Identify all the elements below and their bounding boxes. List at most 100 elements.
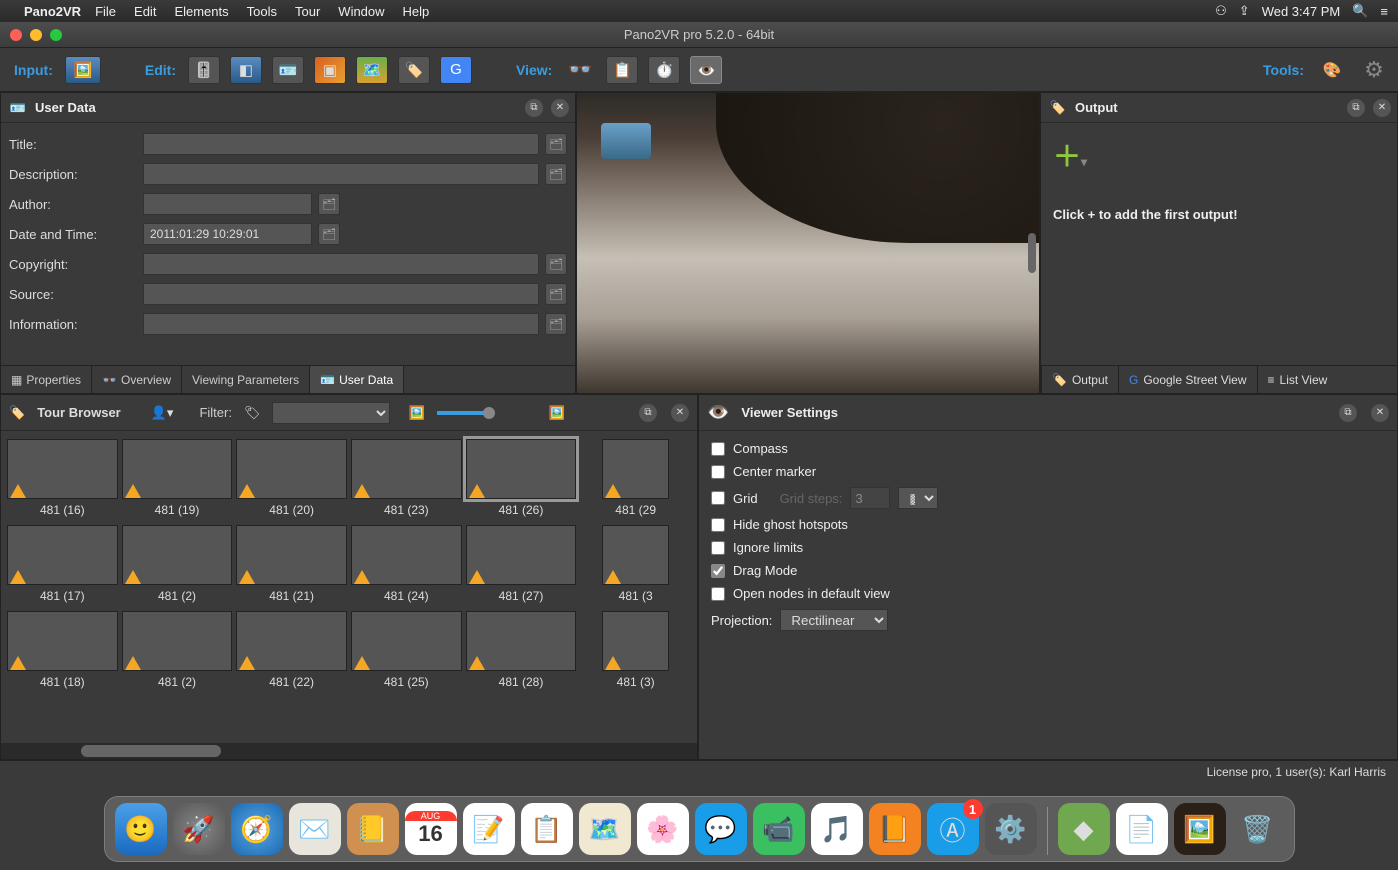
tour-thumbnail[interactable]: 481 (27) [466,525,577,609]
tour-thumbnail[interactable]: 481 (21) [236,525,347,609]
tab-overview[interactable]: 👓Overview [92,366,182,393]
tour-thumbnail[interactable]: 481 (3) [580,611,691,695]
person-icon[interactable]: 👤▾ [151,405,174,421]
tb-popout-button[interactable]: ⧉ [639,404,657,422]
tour-thumbnail[interactable]: 481 (16) [7,439,118,523]
dock-launchpad[interactable]: 🚀 [173,803,225,855]
drag-mode-checkbox[interactable] [711,564,725,578]
datetime-input[interactable] [143,223,312,245]
edit-userdata-button[interactable]: 🪪 [272,56,304,84]
tour-thumbnail[interactable]: 481 (2) [122,611,233,695]
menubar-clock[interactable]: Wed 3:47 PM [1262,4,1341,19]
dock-contacts[interactable]: 📒 [347,803,399,855]
tb-close-button[interactable]: ✕ [671,404,689,422]
center-marker-checkbox[interactable] [711,465,725,479]
menu-help[interactable]: Help [403,4,430,19]
input-panorama-button[interactable]: 🖼️ [65,56,101,84]
dock-notes[interactable]: 📝 [463,803,515,855]
dock-textedit[interactable]: 📄 [1116,803,1168,855]
thumbnail-size-slider[interactable] [437,402,537,424]
edit-levels-button[interactable]: 🎚️ [188,56,220,84]
dock-pano2vr-helper[interactable]: ◆ [1058,803,1110,855]
tour-thumbnail[interactable]: 481 (22) [236,611,347,695]
view-eye-button[interactable]: 👁️ [690,56,722,84]
menu-edit[interactable]: Edit [134,4,156,19]
tab-viewing-parameters[interactable]: Viewing Parameters [182,366,310,393]
tour-thumbnail[interactable]: 481 (3 [580,525,691,609]
dock-finder[interactable]: 🙂 [115,803,167,855]
title-input[interactable] [143,133,539,155]
description-link-button[interactable]: 🗂 [545,163,567,185]
tour-thumbnail[interactable]: 481 (18) [7,611,118,695]
view-timer-button[interactable]: ⏱️ [648,56,680,84]
tour-thumbnail[interactable]: 481 (2) [122,525,233,609]
tab-output[interactable]: 🏷️Output [1041,366,1118,393]
dock-itunes[interactable]: 🎵 [811,803,863,855]
grid-checkbox[interactable] [711,491,725,505]
output-close-button[interactable]: ✕ [1373,99,1391,117]
filter-select[interactable] [272,402,390,424]
view-mode-icon[interactable]: 🖼️ [408,405,424,421]
dock-ibooks[interactable]: 📙 [869,803,921,855]
grid-pattern-select[interactable]: ▩ [898,487,938,509]
edit-tour-button[interactable]: 🏷️ [398,56,430,84]
tour-thumbnail[interactable]: 481 (23) [351,439,462,523]
tour-thumbnail[interactable]: 481 (20) [236,439,347,523]
tour-thumbnail[interactable]: 481 (28) [466,611,577,695]
tour-browser-scrollbar[interactable] [1,743,697,759]
tour-thumbnail[interactable]: 481 (24) [351,525,462,609]
grid-steps-input[interactable] [850,487,890,509]
dock-messages[interactable]: 💬 [695,803,747,855]
dock-maps[interactable]: 🗺️ [579,803,631,855]
hide-ghost-checkbox[interactable] [711,518,725,532]
app-name[interactable]: Pano2VR [24,4,81,19]
tab-google-street-view[interactable]: GGoogle Street View [1118,366,1257,393]
source-link-button[interactable]: 🗂 [545,283,567,305]
compass-checkbox[interactable] [711,442,725,456]
author-link-button[interactable]: 🗂 [318,193,340,215]
source-input[interactable] [143,283,539,305]
dock-mail[interactable]: ✉️ [289,803,341,855]
panel-popout-button[interactable]: ⧉ [525,99,543,117]
preview-scrollbar[interactable] [1027,103,1037,383]
dock-trash[interactable]: 🗑️ [1232,803,1284,855]
view-mode-large-icon[interactable]: 🖼️ [549,405,565,421]
spotlight-icon[interactable]: 🔍 [1352,3,1368,19]
dock-settings[interactable]: ⚙️ [985,803,1037,855]
dock-safari[interactable]: 🧭 [231,803,283,855]
tour-thumbnail[interactable]: 481 (26) [466,439,577,523]
title-link-button[interactable]: 🗂 [545,133,567,155]
output-popout-button[interactable]: ⧉ [1347,99,1365,117]
menu-window[interactable]: Window [338,4,384,19]
projection-select[interactable]: Rectilinear [780,609,888,631]
vs-close-button[interactable]: ✕ [1371,404,1389,422]
dock-facetime[interactable]: 📹 [753,803,805,855]
ignore-limits-checkbox[interactable] [711,541,725,555]
menu-tour[interactable]: Tour [295,4,320,19]
tab-list-view[interactable]: ≡List View [1257,366,1338,393]
vs-popout-button[interactable]: ⧉ [1339,404,1357,422]
open-nodes-checkbox[interactable] [711,587,725,601]
tab-properties[interactable]: ▦Properties [1,366,92,393]
filter-tag-icon[interactable]: 🏷 [244,405,261,421]
datetime-link-button[interactable]: 🗂 [318,223,340,245]
menu-tools[interactable]: Tools [247,4,277,19]
edit-patch-button[interactable]: ◧ [230,56,262,84]
edit-google-button[interactable]: G [440,56,472,84]
copyright-input[interactable] [143,253,539,275]
add-output-button[interactable]: ＋▾ [1053,135,1385,175]
tour-thumbnail[interactable]: 481 (19) [122,439,233,523]
view-clipboard-button[interactable]: 📋 [606,56,638,84]
tour-thumbnail[interactable]: 481 (29 [580,439,691,523]
dock-reminders[interactable]: 📋 [521,803,573,855]
tour-thumbnail[interactable]: 481 (17) [7,525,118,609]
panel-close-button[interactable]: ✕ [551,99,569,117]
author-input[interactable] [143,193,312,215]
tools-gear-button[interactable]: ⚙ [1358,56,1390,84]
tab-user-data[interactable]: 🪪User Data [310,366,404,393]
dock-photos[interactable]: 🌸 [637,803,689,855]
information-link-button[interactable]: 🗂 [545,313,567,335]
menubar-list-icon[interactable]: ≡ [1380,4,1388,19]
edit-hotspots-button[interactable]: ▣ [314,56,346,84]
menubar-network-icon[interactable]: ⇪ [1239,3,1250,19]
